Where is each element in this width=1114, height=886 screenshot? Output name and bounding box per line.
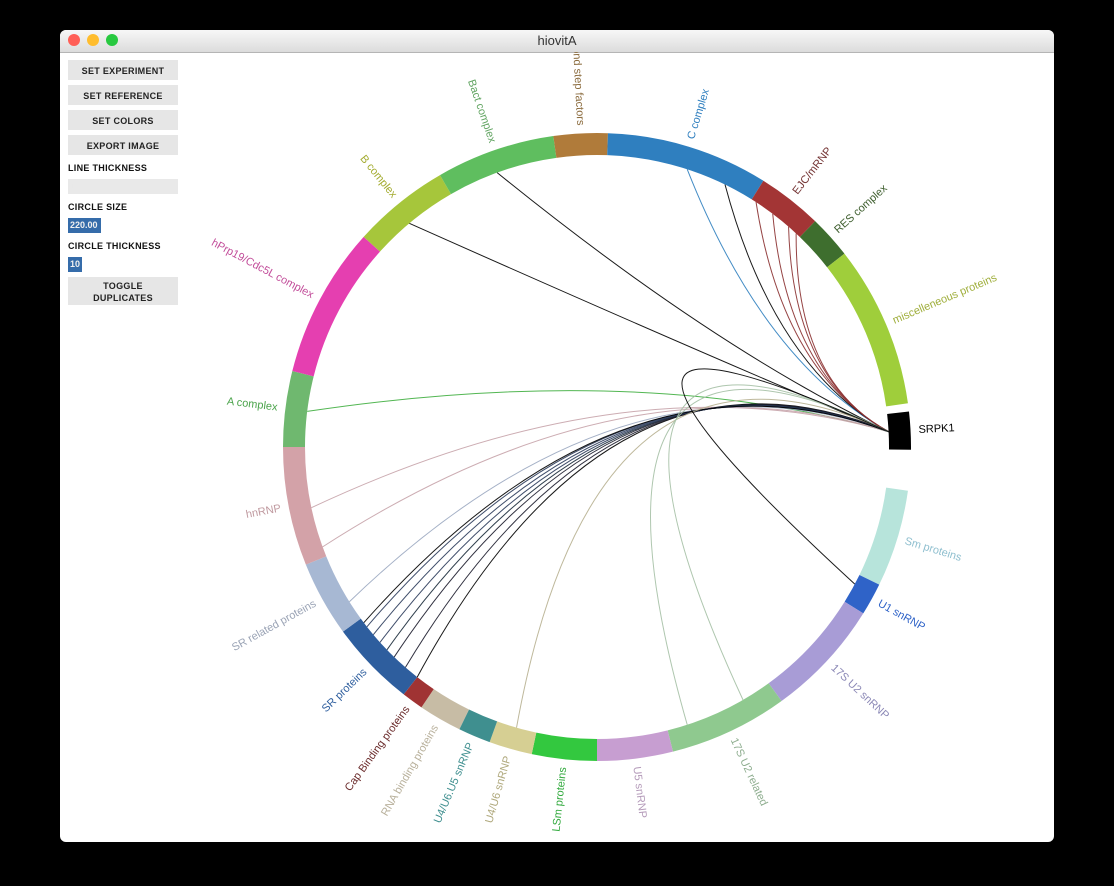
hub-section[interactable] <box>887 411 911 449</box>
section-label: miscelleneous proteins <box>891 272 997 327</box>
section-label: A complex <box>226 396 278 414</box>
ring-section[interactable] <box>306 556 361 631</box>
section-label: Second step factors <box>569 52 586 126</box>
ring-section[interactable] <box>292 237 380 376</box>
ring-section[interactable] <box>597 730 673 761</box>
ring-section[interactable] <box>440 136 556 194</box>
chord <box>349 407 888 602</box>
section-label: U1 snRNP <box>876 598 927 634</box>
chord <box>417 404 888 677</box>
section-label: Bact complex <box>465 78 498 145</box>
app-window: hiovitA SET EXPERIMENT SET REFERENCE SET… <box>60 30 1054 842</box>
chord <box>387 405 889 650</box>
chord <box>323 407 889 546</box>
ring-section[interactable] <box>490 721 537 754</box>
ring-section[interactable] <box>283 447 326 565</box>
ring-section[interactable] <box>607 133 763 199</box>
chord <box>669 385 889 700</box>
section-label: U5 snRNP <box>630 766 648 819</box>
ring-section[interactable] <box>364 175 451 252</box>
chord <box>367 406 889 627</box>
chord <box>497 173 888 432</box>
ring-section[interactable] <box>859 488 907 585</box>
ring-section[interactable] <box>553 133 608 158</box>
chord <box>311 407 888 507</box>
chord <box>394 405 888 657</box>
section-label: RES complex <box>832 182 890 236</box>
chord <box>380 405 889 642</box>
section-label: EJC/mRNP <box>790 145 834 197</box>
window-title: hiovitA <box>537 33 576 48</box>
section-label: hnRNP <box>245 502 282 521</box>
ring-section[interactable] <box>283 371 314 447</box>
minimize-icon[interactable] <box>87 34 99 46</box>
section-label: 17S U2 snRNP <box>828 662 891 722</box>
section-label: C complex <box>685 87 712 141</box>
chord-diagram: Sm proteins U1 snRNP 17S U2 snRNP 17S U2 re… <box>117 52 997 842</box>
section-label: B complex <box>357 153 399 201</box>
section-label: LSm proteins <box>551 766 570 832</box>
section-label: Sm proteins <box>903 535 963 564</box>
section-label: SR related proteins <box>230 598 319 654</box>
close-icon[interactable] <box>68 34 80 46</box>
section-label: U4/U6 snRNP <box>483 755 514 825</box>
chord <box>307 391 888 432</box>
section-label: 17S U2 related <box>728 736 770 808</box>
ring-section[interactable] <box>532 733 597 761</box>
section-label: SRPK1 <box>918 422 955 436</box>
section-label: SR proteins <box>320 666 370 715</box>
ring-section[interactable] <box>827 254 908 407</box>
maximize-icon[interactable] <box>106 34 118 46</box>
titlebar: hiovitA <box>60 30 1054 53</box>
section-label: hPrp19/Cdc5L complex <box>209 237 316 301</box>
chord <box>373 406 888 635</box>
section-label: U4/U6.U5 snRNP <box>432 741 477 825</box>
